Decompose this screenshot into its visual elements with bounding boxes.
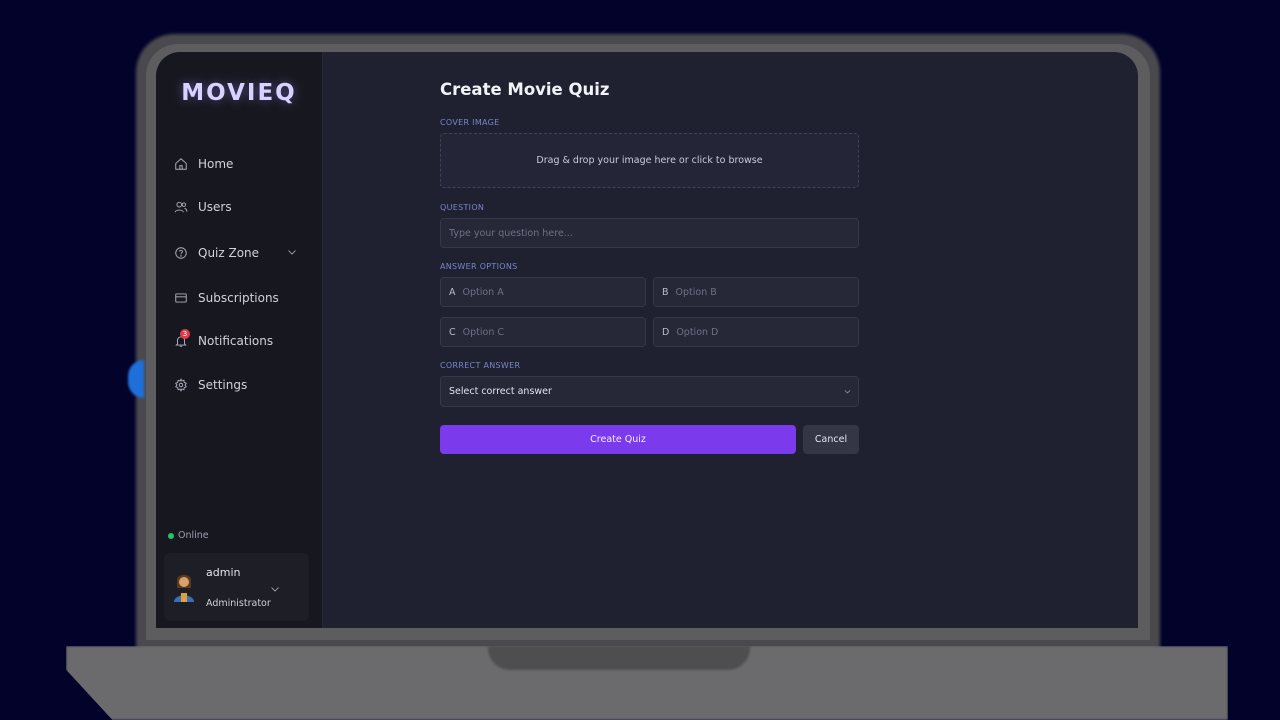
laptop-notch — [488, 646, 750, 670]
sidebar-item-notifications[interactable]: 3 Notifications — [156, 329, 322, 352]
answer-options-label: ANSWER OPTIONS — [440, 262, 518, 271]
question-input[interactable]: Type your question here... — [440, 218, 859, 248]
help-circle-icon — [174, 246, 188, 260]
correct-answer-value: Select correct answer — [449, 386, 552, 397]
question-label: QUESTION — [440, 203, 485, 212]
option-letter: D — [662, 326, 670, 338]
correct-answer-select[interactable]: Select correct answer — [440, 376, 859, 407]
credit-card-icon — [174, 291, 188, 305]
create-quiz-button[interactable]: Create Quiz — [440, 425, 796, 454]
user-role: Administrator — [206, 598, 271, 609]
option-b-input[interactable]: B Option B — [653, 277, 859, 307]
sidebar-item-label: Users — [198, 200, 232, 214]
chevron-down-icon[interactable] — [269, 580, 281, 592]
sidebar-item-label: Subscriptions — [198, 291, 279, 305]
sidebar-item-label: Notifications — [198, 334, 274, 348]
chevron-down-icon[interactable] — [286, 246, 298, 258]
laptop-screen: MOVIEQ Home Users Quiz Zone Subscription… — [156, 52, 1138, 628]
sidebar-item-label: Settings — [198, 378, 248, 392]
option-placeholder: Option D — [676, 326, 719, 338]
bell-icon: 3 — [174, 329, 190, 348]
sidebar-item-users[interactable]: Users — [156, 196, 322, 218]
option-d-input[interactable]: D Option D — [653, 317, 859, 347]
sidebar-item-label: Home — [198, 157, 234, 171]
question-placeholder: Type your question here... — [449, 227, 573, 239]
sidebar: MOVIEQ Home Users Quiz Zone Subscription… — [156, 52, 323, 628]
page-title: Create Movie Quiz — [440, 80, 610, 99]
sidebar-item-label: Quiz Zone — [198, 246, 260, 260]
user-name: admin — [206, 566, 241, 579]
home-icon — [174, 157, 188, 171]
notification-badge: 3 — [180, 329, 190, 339]
option-placeholder: Option B — [675, 286, 717, 298]
gear-icon — [174, 378, 188, 392]
option-placeholder: Option C — [462, 326, 504, 338]
option-a-input[interactable]: A Option A — [440, 277, 646, 307]
cancel-button[interactable]: Cancel — [803, 425, 859, 454]
sidebar-item-quiz-zone[interactable]: Quiz Zone — [156, 242, 322, 264]
option-placeholder: Option A — [462, 286, 504, 298]
dropzone-text: Drag & drop your image here or click to … — [536, 155, 763, 166]
online-dot — [168, 532, 174, 539]
avatar — [172, 571, 196, 603]
option-letter: A — [449, 286, 456, 298]
option-letter: C — [449, 326, 456, 338]
image-dropzone[interactable]: Drag & drop your image here or click to … — [440, 133, 859, 188]
floating-blue-tab — [128, 360, 144, 398]
sidebar-item-subscriptions[interactable]: Subscriptions — [156, 287, 322, 309]
online-status: Online — [168, 530, 209, 541]
brand-logo: MOVIEQ — [181, 80, 297, 106]
sidebar-item-settings[interactable]: Settings — [156, 374, 322, 396]
chevron-down-icon — [843, 387, 852, 396]
main-content: Create Movie Quiz COVER IMAGE Drag & dro… — [323, 52, 1138, 628]
cover-image-label: COVER IMAGE — [440, 118, 500, 127]
correct-answer-label: CORRECT ANSWER — [440, 361, 521, 370]
option-letter: B — [662, 286, 669, 298]
online-status-label: Online — [178, 530, 209, 541]
sidebar-item-home[interactable]: Home — [156, 153, 322, 175]
user-profile-card[interactable]: admin Administrator — [164, 553, 309, 621]
option-c-input[interactable]: C Option C — [440, 317, 646, 347]
users-icon — [174, 200, 188, 214]
